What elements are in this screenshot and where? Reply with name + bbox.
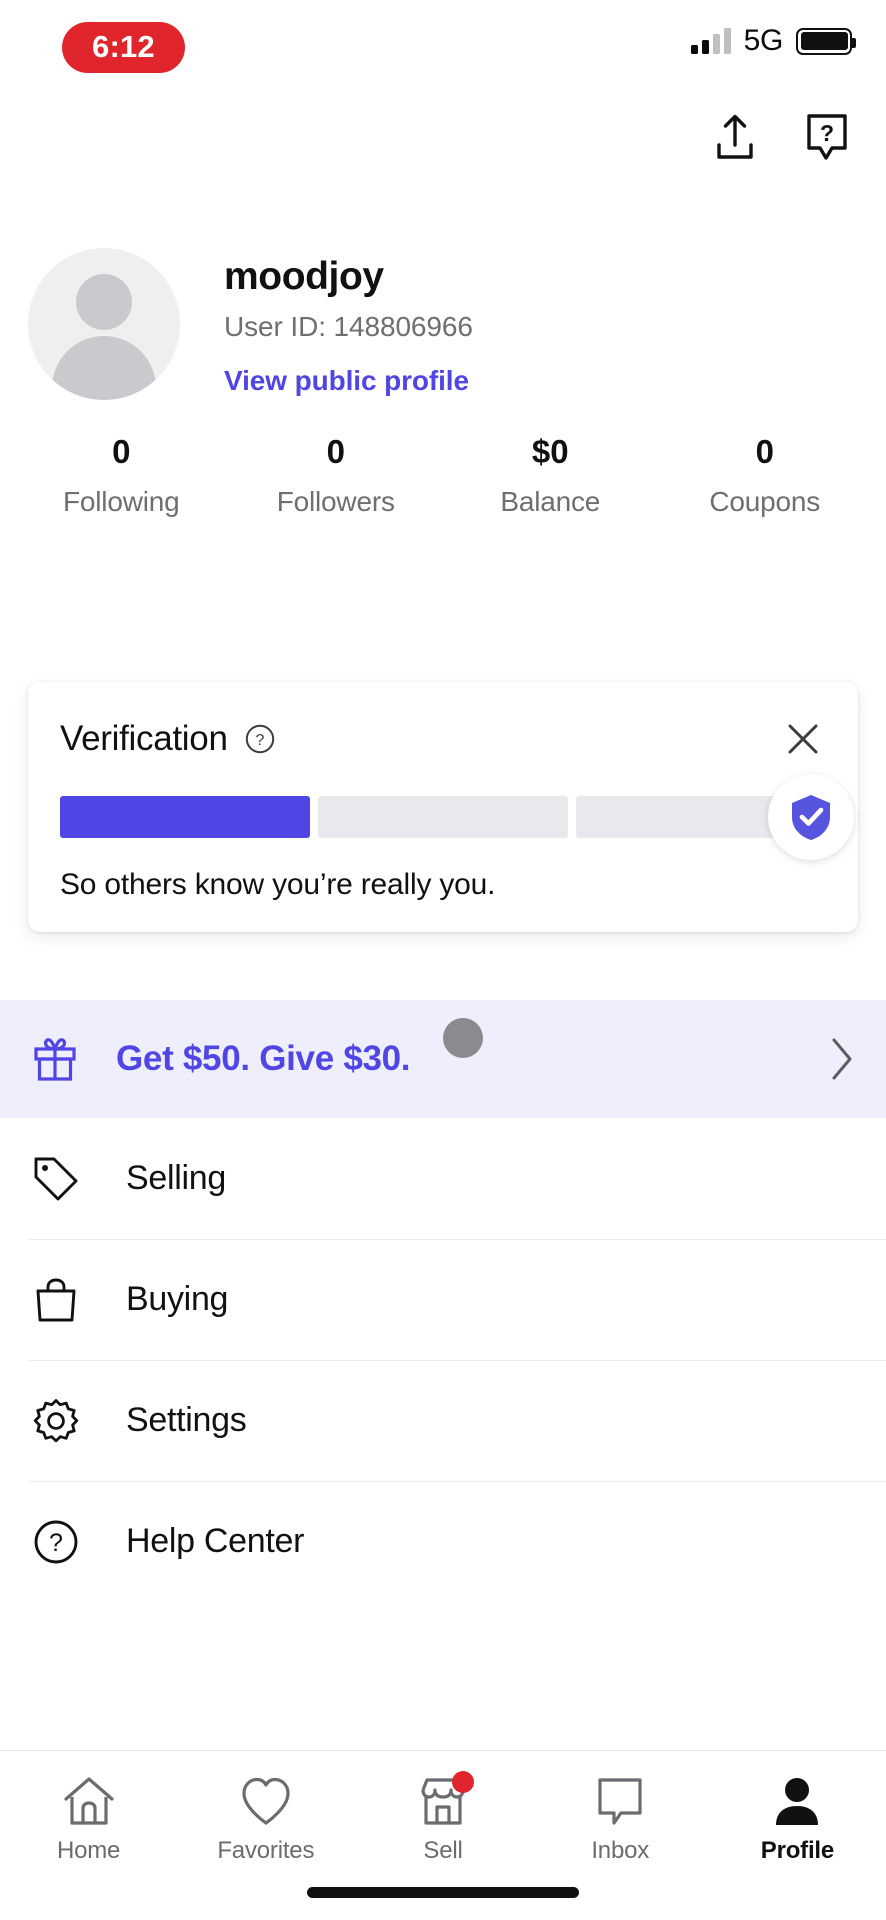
nav-item-label: Profile [760, 1837, 835, 1864]
menu-item-buying[interactable]: Buying [0, 1239, 886, 1360]
status-time-pill: 6:12 [62, 22, 185, 73]
menu-item-label: Buying [126, 1280, 229, 1318]
stats-row: 0 Following 0 Followers $0 Balance 0 Cou… [0, 432, 886, 518]
status-bar: 6:12 5G [0, 0, 886, 96]
stat-value: $0 [531, 433, 569, 470]
person-filled-icon [770, 1773, 824, 1827]
nav-item-home[interactable]: Home [0, 1773, 177, 1865]
user-id-label: User ID: 148806966 [224, 311, 473, 343]
stat-label: Following [63, 485, 180, 517]
nav-item-label: Favorites [217, 1837, 315, 1864]
stat-label: Balance [500, 485, 601, 517]
stat-followers[interactable]: 0 Followers [229, 432, 444, 518]
stat-value: 0 [326, 433, 345, 470]
referral-text: Get $50. Give $30. [116, 1039, 411, 1078]
verification-card: Verification ? So others know you’re rea… [28, 682, 858, 932]
home-icon [62, 1773, 116, 1827]
gear-icon [30, 1397, 82, 1445]
menu-item-help-center[interactable]: ? Help Center [0, 1481, 886, 1602]
question-circle-icon: ? [30, 1518, 82, 1566]
menu-item-label: Help Center [126, 1522, 305, 1560]
menu-list: Selling Buying Settings ? Help Center [0, 1118, 886, 1602]
touch-cursor-dot [443, 1018, 483, 1058]
verification-progress [60, 774, 854, 860]
home-indicator [307, 1887, 579, 1898]
person-placeholder-icon [76, 274, 132, 330]
nav-item-label: Sell [423, 1837, 463, 1864]
stat-following[interactable]: 0 Following [14, 432, 229, 518]
share-icon[interactable] [706, 108, 764, 166]
profile-header: moodjoy User ID: 148806966 View public p… [0, 248, 886, 400]
shopping-bag-icon [30, 1276, 82, 1324]
help-bubble-icon[interactable]: ? [798, 108, 856, 166]
verification-header: Verification ? [60, 716, 826, 762]
stat-balance[interactable]: $0 Balance [443, 432, 658, 518]
phone-screen: 6:12 5G ? moodjoy User ID: 148806966 Vie… [0, 0, 886, 1920]
chevron-right-icon [828, 1036, 856, 1082]
menu-item-selling[interactable]: Selling [0, 1118, 886, 1239]
speech-bubble-icon [593, 1773, 647, 1827]
stat-label: Followers [276, 485, 395, 517]
menu-item-settings[interactable]: Settings [0, 1360, 886, 1481]
page-title: moodjoy [224, 255, 384, 298]
network-type-label: 5G [743, 24, 784, 57]
gift-icon [30, 1035, 80, 1083]
nav-item-label: Inbox [591, 1837, 650, 1864]
storefront-icon [416, 1771, 474, 1827]
stat-value: 0 [755, 433, 774, 470]
close-icon[interactable] [780, 716, 826, 762]
signal-bars-icon [690, 28, 731, 54]
shield-check-icon[interactable] [768, 774, 854, 860]
top-action-bar: ? [706, 108, 856, 166]
nav-item-profile[interactable]: Profile [709, 1773, 886, 1865]
menu-item-label: Selling [126, 1159, 226, 1197]
menu-item-label: Settings [126, 1401, 247, 1439]
progress-segment-2 [318, 796, 568, 838]
svg-text:?: ? [49, 1529, 63, 1557]
stat-coupons[interactable]: 0 Coupons [658, 432, 873, 518]
profile-info: moodjoy User ID: 148806966 View public p… [224, 248, 473, 397]
nav-item-favorites[interactable]: Favorites [177, 1773, 354, 1865]
stat-value: 0 [112, 433, 131, 470]
sell-notification-badge [452, 1771, 474, 1793]
tag-icon [30, 1155, 82, 1203]
stat-label: Coupons [709, 485, 821, 517]
battery-full-icon [796, 27, 856, 55]
svg-text:?: ? [820, 120, 834, 146]
nav-item-inbox[interactable]: Inbox [532, 1773, 709, 1865]
avatar[interactable] [28, 248, 180, 400]
verification-title: Verification [60, 719, 228, 758]
verification-subtitle: So others know you’re really you. [60, 868, 496, 901]
referral-banner[interactable]: Get $50. Give $30. [0, 1000, 886, 1118]
question-circle-icon[interactable]: ? [244, 723, 276, 755]
progress-segment-1 [60, 796, 310, 838]
view-public-profile-link[interactable]: View public profile [224, 365, 473, 397]
nav-item-label: Home [56, 1837, 121, 1864]
status-indicators: 5G [690, 24, 856, 57]
svg-text:?: ? [255, 732, 264, 749]
nav-item-sell[interactable]: Sell [354, 1771, 531, 1865]
heart-icon [239, 1773, 293, 1827]
